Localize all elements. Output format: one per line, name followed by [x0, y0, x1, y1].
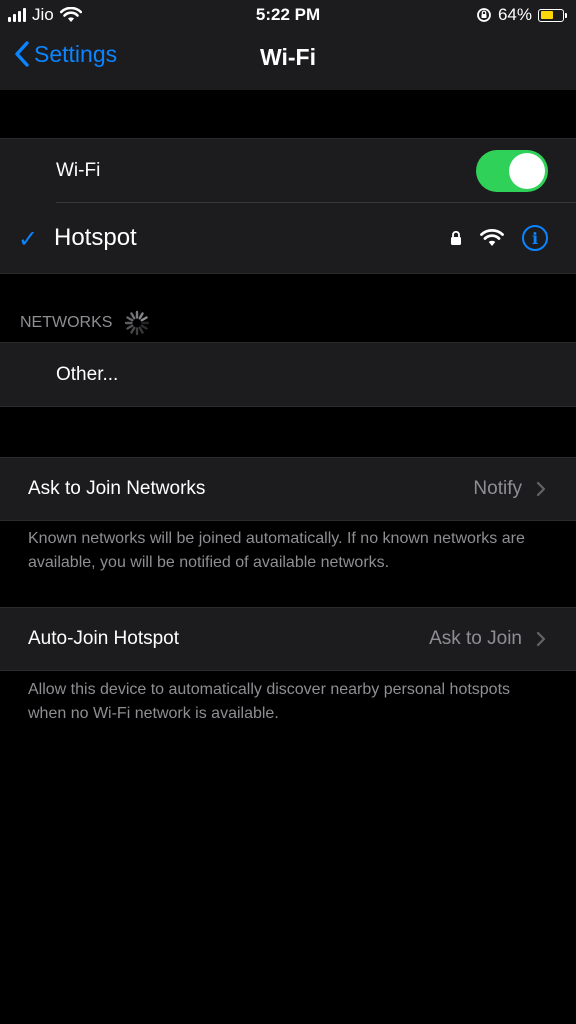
other-network-label: Other...: [56, 363, 119, 385]
info-icon[interactable]: i: [522, 225, 548, 251]
networks-group: Other...: [0, 342, 576, 407]
top-bar: Jio 5:22 PM 64% Settings Wi-Fi: [0, 0, 576, 90]
networks-label: NETWORKS: [20, 314, 113, 331]
ask-to-join-value-wrap: Notify: [473, 458, 546, 520]
chevron-right-icon: [536, 631, 546, 647]
wifi-toggle[interactable]: [476, 150, 548, 192]
network-icons: i: [450, 225, 548, 251]
ask-to-join-description: Known networks will be joined automatica…: [28, 530, 525, 571]
auto-join-description: Allow this device to automatically disco…: [28, 681, 511, 722]
auto-join-group: Auto-Join Hotspot Ask to Join: [0, 607, 576, 671]
wifi-label: Wi-Fi: [56, 160, 101, 181]
ask-to-join-value: Notify: [473, 478, 522, 499]
battery-level: [540, 11, 554, 19]
toggle-knob: [509, 153, 545, 189]
auto-join-value-wrap: Ask to Join: [429, 608, 546, 670]
status-right: 64%: [476, 5, 567, 25]
wifi-toggle-row: Wi-Fi: [0, 139, 576, 203]
chevron-right-icon: [536, 481, 546, 497]
auto-join-value: Ask to Join: [429, 628, 522, 649]
connected-network-name: Hotspot: [54, 224, 137, 251]
ask-to-join-label: Ask to Join Networks: [28, 478, 206, 499]
ask-to-join-row[interactable]: Ask to Join Networks Notify: [0, 458, 576, 520]
page-title: Wi-Fi: [260, 44, 316, 70]
battery-percent: 64%: [497, 5, 532, 24]
auto-join-row[interactable]: Auto-Join Hotspot Ask to Join: [0, 608, 576, 670]
orientation-lock-icon: [477, 8, 491, 22]
screen: Jio 5:22 PM 64% Settings Wi-Fi Wi-Fi ✓ H…: [0, 0, 576, 1024]
loading-spinner-icon: [125, 310, 150, 336]
ask-to-join-group: Ask to Join Networks Notify: [0, 457, 576, 521]
wifi-signal-icon: [480, 229, 504, 246]
wifi-group: Wi-Fi ✓ Hotspot i: [0, 138, 576, 274]
other-network-row[interactable]: Other...: [0, 343, 576, 406]
battery-icon: [538, 8, 567, 22]
auto-join-label: Auto-Join Hotspot: [28, 628, 180, 649]
networks-section-header: NETWORKS: [20, 310, 150, 336]
lock-icon: [451, 230, 461, 245]
navigation-bar: Settings Wi-Fi: [0, 30, 576, 90]
connected-network-row[interactable]: ✓ Hotspot i: [0, 203, 576, 273]
status-bar: Jio 5:22 PM 64%: [0, 0, 576, 30]
checkmark-icon: ✓: [18, 226, 39, 253]
